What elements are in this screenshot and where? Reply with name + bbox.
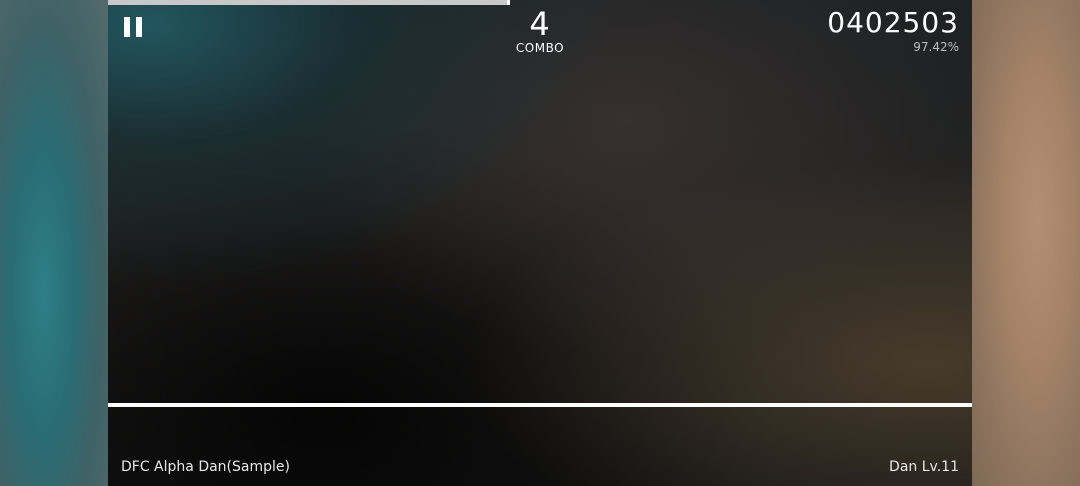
combo-counter: 4 (529, 5, 551, 43)
accuracy-display: 97.42% (913, 40, 959, 54)
play-area[interactable]: 4 COMBO 0402503 97.42% DFC Alpha Dan(Sam… (108, 0, 972, 486)
song-progress-cursor (507, 0, 510, 5)
judgement-line (108, 403, 972, 407)
song-progress-fill (108, 0, 510, 5)
difficulty-level: Dan Lv.11 (889, 459, 959, 475)
pause-button[interactable] (124, 17, 144, 39)
score-display: 0402503 (827, 6, 959, 39)
combo-label: COMBO (515, 41, 565, 55)
song-title: DFC Alpha Dan(Sample) (121, 459, 290, 475)
background-blur-right (972, 0, 1080, 486)
background-blur-left (0, 0, 108, 486)
